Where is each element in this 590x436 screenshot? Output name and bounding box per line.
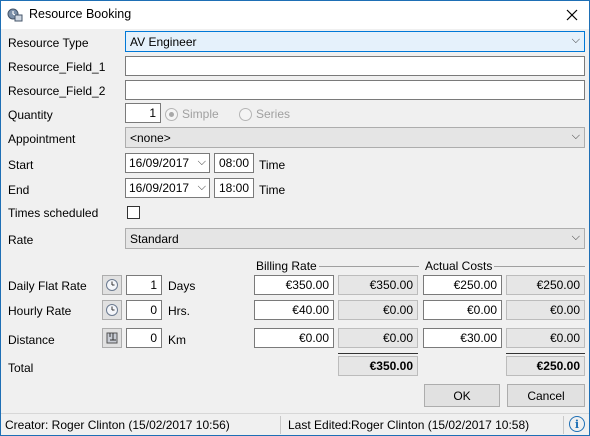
- rate-value: Standard: [130, 232, 179, 246]
- clock-icon: [106, 304, 118, 316]
- series-radio-dot: [239, 107, 252, 121]
- chevron-down-icon: ⌵: [571, 34, 580, 46]
- series-radio-label: Series: [256, 107, 291, 121]
- distance-actual-total: €0.00: [506, 328, 585, 348]
- resource-type-label: Resource Type: [8, 36, 89, 50]
- resource-field-1-label: Resource_Field_1: [8, 60, 106, 74]
- actual-costs-header-line: [489, 266, 585, 267]
- chevron-down-icon: ⌵: [571, 130, 580, 142]
- total-billing-value: €350.00: [338, 356, 418, 376]
- total-actual-value: €250.00: [506, 356, 585, 376]
- hourly-billing-rate-input[interactable]: €40.00: [254, 300, 334, 320]
- chevron-down-icon: ⌵: [197, 181, 206, 193]
- end-time-label: Time: [259, 183, 286, 197]
- last-edited-label: Last Edited:: [288, 418, 352, 432]
- daily-quantity-input[interactable]: 1: [126, 275, 162, 295]
- close-button[interactable]: [555, 1, 589, 29]
- times-scheduled-checkbox[interactable]: [127, 206, 140, 219]
- end-label: End: [8, 183, 30, 197]
- window-title: Resource Booking: [29, 7, 132, 21]
- daily-actual-rate-input[interactable]: €250.00: [423, 275, 502, 295]
- status-separator: [563, 416, 564, 434]
- hourly-billing-total: €0.00: [338, 300, 418, 320]
- hourly-quantity-input[interactable]: 0: [126, 300, 162, 320]
- last-edited-text: Roger Clinton (15/02/2017 10:58): [351, 418, 530, 432]
- actual-costs-header: Actual Costs: [423, 259, 585, 273]
- billing-rate-header-line: [314, 266, 419, 267]
- billing-rate-header: Billing Rate: [254, 259, 419, 273]
- ruler-icon: [106, 332, 118, 344]
- simple-radio[interactable]: Simple: [165, 107, 219, 121]
- appointment-value: <none>: [130, 131, 171, 145]
- start-time-input[interactable]: 08:00: [214, 153, 254, 173]
- hourly-rate-clock-button[interactable]: [102, 300, 122, 320]
- hourly-rate-label: Hourly Rate: [8, 304, 72, 318]
- info-icon[interactable]: i: [569, 416, 585, 432]
- end-date-value: 16/09/2017: [129, 181, 190, 195]
- series-radio[interactable]: Series: [239, 107, 290, 121]
- rate-label: Rate: [8, 233, 34, 247]
- resource-type-select[interactable]: AV Engineer ⌵: [125, 31, 585, 52]
- quantity-input[interactable]: 1: [125, 103, 161, 123]
- distance-billing-rate-input[interactable]: €0.00: [254, 328, 334, 348]
- start-date-picker[interactable]: 16/09/2017 ⌵: [125, 153, 210, 173]
- resource-field-2-input[interactable]: [125, 80, 585, 100]
- km-unit-label: Km: [168, 333, 186, 347]
- daily-billing-total: €350.00: [338, 275, 418, 295]
- daily-actual-total: €250.00: [506, 275, 585, 295]
- chevron-down-icon: ⌵: [197, 156, 206, 168]
- distance-label: Distance: [8, 333, 55, 347]
- distance-ruler-button[interactable]: [102, 328, 122, 348]
- simple-radio-label: Simple: [182, 107, 219, 121]
- end-date-picker[interactable]: 16/09/2017 ⌵: [125, 178, 210, 198]
- actual-costs-header-label: Actual Costs: [423, 259, 495, 273]
- status-bar: Creator: Roger Clinton (15/02/2017 10:56…: [1, 413, 589, 435]
- billing-rate-header-label: Billing Rate: [254, 259, 319, 273]
- clock-icon: [106, 279, 118, 291]
- quantity-label: Quantity: [8, 108, 53, 122]
- distance-actual-rate-input[interactable]: €30.00: [423, 328, 502, 348]
- hourly-actual-rate-input[interactable]: €0.00: [423, 300, 502, 320]
- daily-flat-rate-label: Daily Flat Rate: [8, 279, 87, 293]
- ok-button[interactable]: OK: [424, 384, 500, 407]
- hourly-actual-total: €0.00: [506, 300, 585, 320]
- start-label: Start: [8, 158, 34, 172]
- hrs-unit-label: Hrs.: [168, 304, 190, 318]
- distance-billing-total: €0.00: [338, 328, 418, 348]
- status-separator: [280, 416, 281, 434]
- daily-rate-clock-button[interactable]: [102, 275, 122, 295]
- resource-booking-icon: [7, 8, 23, 22]
- cancel-button[interactable]: Cancel: [507, 384, 585, 407]
- end-time-input[interactable]: 18:00: [214, 178, 254, 198]
- days-unit-label: Days: [168, 279, 196, 293]
- resource-booking-window: Resource Booking Resource Type AV Engine…: [0, 0, 590, 436]
- chevron-down-icon: ⌵: [571, 231, 580, 243]
- appointment-select[interactable]: <none> ⌵: [125, 127, 585, 148]
- distance-quantity-input[interactable]: 0: [126, 328, 162, 348]
- rate-select[interactable]: Standard ⌵: [125, 228, 585, 249]
- times-scheduled-label: Times scheduled: [8, 206, 99, 220]
- resource-field-1-input[interactable]: [125, 56, 585, 76]
- start-date-value: 16/09/2017: [129, 156, 190, 170]
- total-label: Total: [8, 361, 34, 375]
- resource-type-value: AV Engineer: [130, 35, 197, 49]
- simple-radio-dot: [165, 107, 178, 121]
- billing-total-rule: [338, 353, 418, 354]
- actual-total-rule: [506, 353, 585, 354]
- resource-field-2-label: Resource_Field_2: [8, 84, 106, 98]
- close-icon: [566, 9, 578, 21]
- appointment-label: Appointment: [8, 132, 76, 146]
- start-time-label: Time: [259, 158, 286, 172]
- daily-billing-rate-input[interactable]: €350.00: [254, 275, 334, 295]
- title-bar: Resource Booking: [1, 1, 589, 29]
- creator-text: Creator: Roger Clinton (15/02/2017 10:56…: [5, 418, 230, 432]
